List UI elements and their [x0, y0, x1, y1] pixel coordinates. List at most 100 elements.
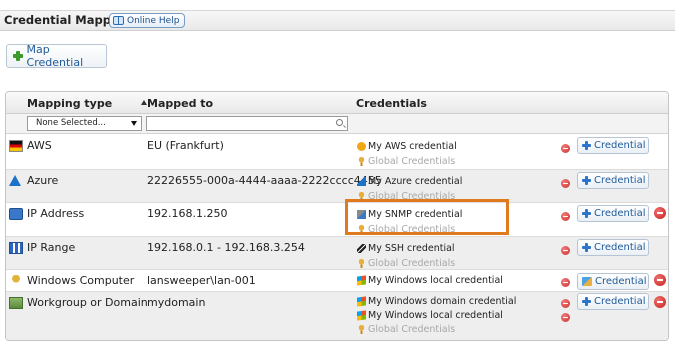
azure-icon — [357, 177, 366, 186]
global-credentials-item: Global Credentials — [357, 324, 455, 335]
column-credentials: Credentials — [356, 97, 427, 110]
add-icon — [13, 51, 23, 61]
windows-computer-icon — [9, 275, 23, 287]
search-icon — [336, 119, 343, 126]
mapped-to-cell: EU (Frankfurt) — [147, 139, 224, 152]
credential-mapping-table: Mapping type Mapped to Credentials None … — [5, 91, 669, 341]
credential-item: My Windows domain credential — [357, 296, 516, 307]
table-row: Workgroup or Domain mydomain My Windows do… — [6, 292, 668, 340]
map-credential-label: Map Credential — [26, 43, 84, 69]
add-icon — [582, 176, 591, 185]
edit-credential-icon — [582, 277, 592, 286]
key-icon — [357, 259, 366, 268]
column-mapped-to[interactable]: Mapped to — [147, 97, 213, 110]
column-mapping-type[interactable]: Mapping type — [27, 97, 112, 110]
credential-label: My Windows domain credential — [368, 296, 517, 307]
credential-label: My Windows local credential — [368, 310, 503, 321]
credential-label: Global Credentials — [368, 156, 456, 167]
credential-button-label: Credential — [594, 296, 646, 307]
table-row: Azure 22226555-000a-4444-aaaa-2222cccc445… — [6, 170, 668, 203]
delete-mapping-icon[interactable] — [654, 274, 666, 286]
mapping-type-cell: Azure — [27, 174, 59, 187]
book-icon — [113, 16, 124, 25]
azure-icon — [9, 175, 21, 186]
germany-flag-icon — [9, 140, 23, 152]
global-credentials-item: Global Credentials — [357, 224, 455, 235]
mapped-to-cell: lansweeper\lan-001 — [147, 274, 256, 287]
mapping-type-filter-value: None Selected... — [36, 118, 106, 128]
add-credential-button[interactable]: Credential — [577, 293, 649, 310]
remove-credential-icon[interactable] — [561, 144, 570, 153]
mapping-type-cell: AWS — [27, 139, 52, 152]
mapped-to-filter-input[interactable] — [146, 116, 348, 131]
snmp-icon — [357, 210, 366, 219]
credential-item: My Windows local credential — [357, 275, 503, 286]
remove-credential-icon[interactable] — [561, 299, 570, 308]
add-credential-button[interactable]: Credential — [577, 273, 649, 290]
credential-button-label: Credential — [594, 140, 646, 151]
credential-button-label: Credential — [594, 175, 646, 186]
credential-label: Global Credentials — [368, 191, 456, 202]
table-row: Windows Computer lansweeper\lan-001 My Win… — [6, 270, 668, 292]
mapping-type-filter-select[interactable]: None Selected... — [27, 116, 142, 131]
credential-label: My Windows local credential — [368, 275, 503, 286]
credential-button-label: Credential — [595, 276, 647, 287]
table-row: IP Range 192.168.0.1 - 192.168.3.254 My SS… — [6, 237, 668, 270]
mapping-type-cell: Workgroup or Domain — [27, 296, 148, 309]
aws-icon — [357, 142, 366, 151]
credential-button-label: Credential — [594, 208, 646, 219]
add-credential-button[interactable]: Credential — [577, 172, 649, 189]
credential-item: My Azure credential — [357, 176, 462, 187]
windows-icon — [357, 275, 366, 286]
credential-item: My AWS credential — [357, 141, 457, 152]
delete-mapping-icon[interactable] — [654, 207, 666, 219]
credential-button-label: Credential — [594, 242, 646, 253]
key-icon — [357, 325, 366, 334]
header-bar: Credential Mapping Online Help — [0, 10, 675, 31]
credential-label: Global Credentials — [368, 258, 456, 269]
windows-icon — [357, 310, 366, 321]
mapped-to-cell: 192.168.0.1 - 192.168.3.254 — [147, 241, 305, 254]
mapped-to-cell: 192.168.1.250 — [147, 207, 228, 220]
add-credential-button[interactable]: Credential — [577, 239, 649, 256]
credential-label: Global Credentials — [368, 224, 456, 235]
mapping-type-cell: IP Address — [27, 207, 85, 220]
remove-credential-icon[interactable] — [561, 179, 570, 188]
ip-address-icon — [9, 208, 23, 220]
table-header: Mapping type Mapped to Credentials — [6, 92, 668, 114]
add-credential-button[interactable]: Credential — [577, 205, 649, 222]
credential-label: My Azure credential — [368, 176, 463, 187]
credential-label: My SSH credential — [368, 243, 455, 254]
remove-credential-icon[interactable] — [561, 278, 570, 287]
add-credential-button[interactable]: Credential — [577, 137, 649, 154]
remove-credential-icon[interactable] — [561, 212, 570, 221]
credential-item: My SSH credential — [357, 243, 455, 254]
mapping-type-cell: Windows Computer — [27, 274, 135, 287]
ssh-icon — [357, 244, 366, 253]
add-icon — [582, 297, 591, 306]
credential-label: My AWS credential — [368, 141, 457, 152]
key-icon — [357, 192, 366, 201]
add-icon — [582, 243, 591, 252]
mapped-to-cell: mydomain — [147, 296, 206, 309]
windows-icon — [357, 296, 366, 307]
table-row: AWS EU (Frankfurt) My AWS credential Global… — [6, 135, 668, 170]
delete-mapping-icon[interactable] — [654, 296, 666, 308]
remove-credential-icon[interactable] — [561, 246, 570, 255]
filter-row: None Selected... — [6, 114, 668, 134]
ip-range-icon — [9, 242, 23, 254]
workgroup-icon — [9, 297, 23, 309]
credential-label: Global Credentials — [368, 324, 456, 335]
add-icon — [582, 141, 591, 150]
online-help-button[interactable]: Online Help — [109, 13, 186, 28]
dropdown-caret-icon — [131, 121, 137, 126]
global-credentials-item: Global Credentials — [357, 258, 455, 269]
credential-item: My Windows local credential — [357, 310, 503, 321]
mapping-type-cell: IP Range — [27, 241, 76, 254]
global-credentials-item: Global Credentials — [357, 191, 455, 202]
online-help-label: Online Help — [127, 15, 180, 26]
remove-credential-icon[interactable] — [561, 313, 570, 322]
credential-label: My SNMP credential — [368, 209, 463, 220]
key-icon — [357, 225, 366, 234]
map-credential-button[interactable]: Map Credential — [6, 43, 107, 69]
